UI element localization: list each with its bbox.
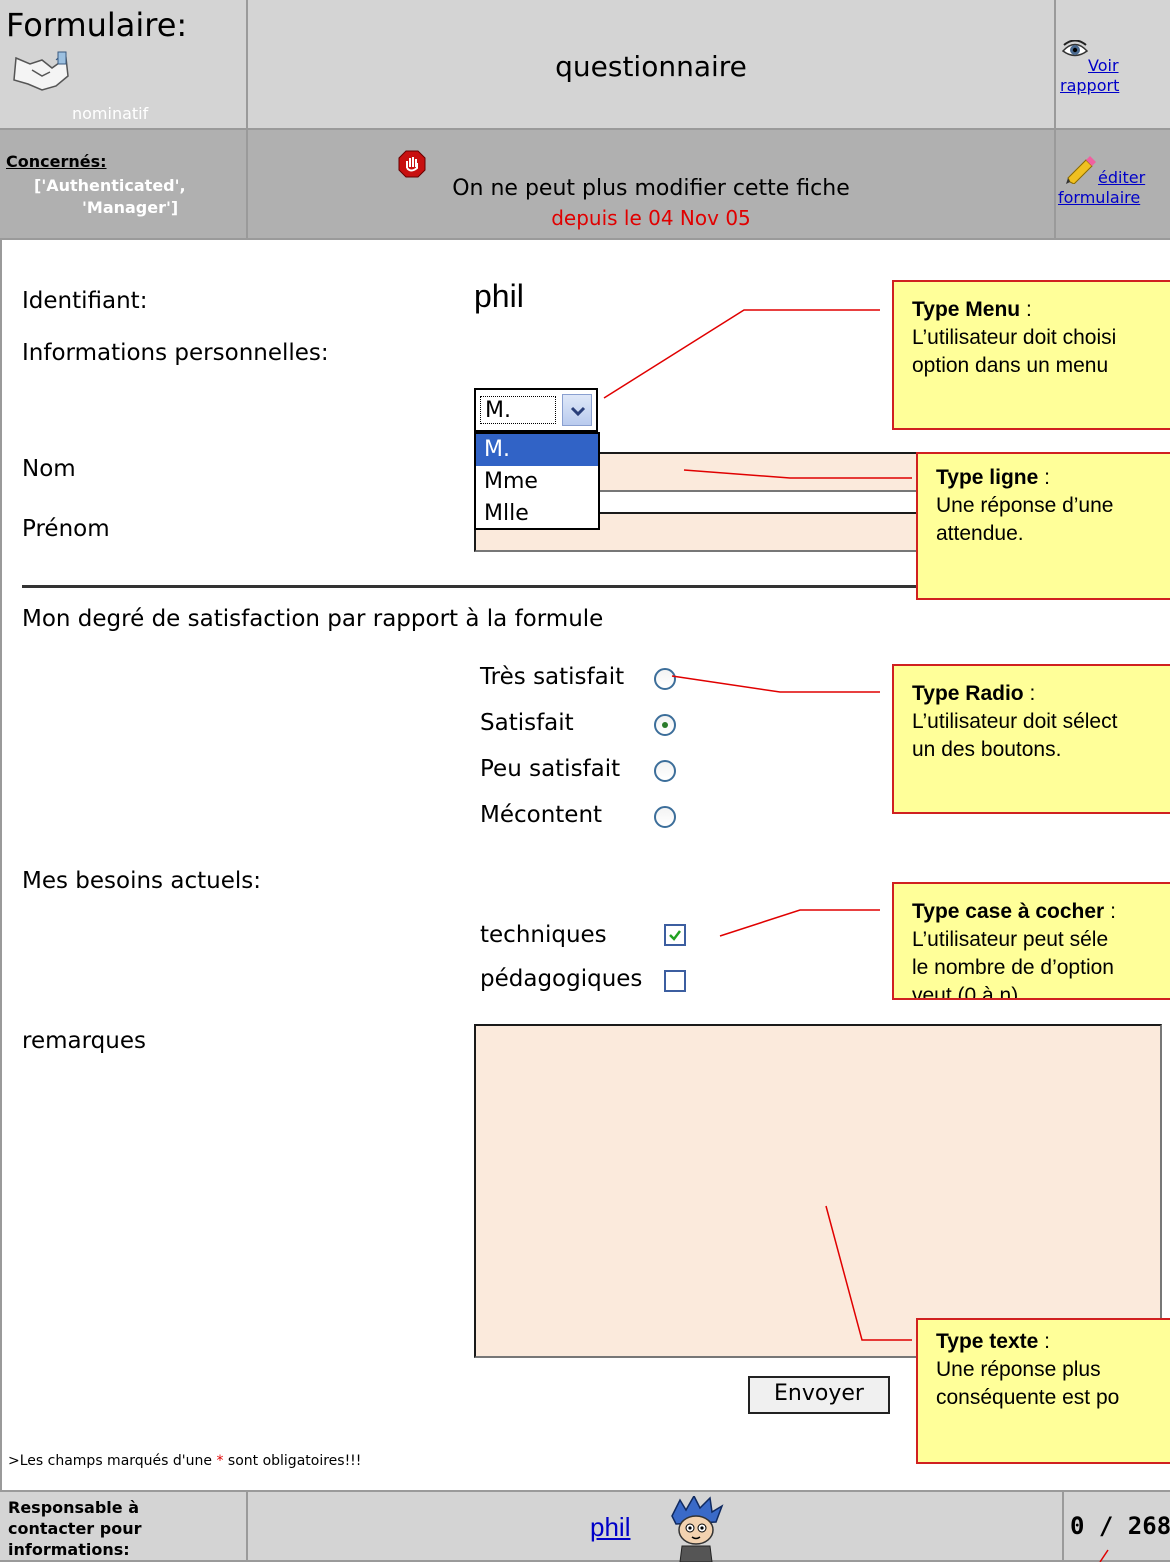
note-type-texte: Type texte : Une réponse plus conséquent… — [916, 1318, 1170, 1464]
note-ligne-title: Type ligne — [936, 466, 1039, 489]
note-radio-title: Type Radio — [912, 682, 1024, 705]
check-connector — [719, 909, 880, 937]
note-radio-line1: L’utilisateur doit sélect — [912, 710, 1118, 733]
radio-connector — [671, 675, 880, 693]
note-menu-title: Type Menu — [912, 298, 1021, 321]
note-texte-title: Type texte — [936, 1330, 1039, 1353]
note-type-menu: Type Menu : L’utilisateur doit choisi op… — [892, 280, 1170, 430]
note-menu-line1: L’utilisateur doit choisi — [912, 326, 1117, 349]
note-check-line3: veut (0 à n) . — [912, 984, 1030, 1000]
note-type-radio: Type Radio : L’utilisateur doit sélect u… — [892, 664, 1170, 814]
note-type-ligne: Type ligne : Une réponse d’une attendue. — [916, 452, 1170, 600]
note-texte-line2: conséquente est po — [936, 1386, 1120, 1409]
note-check-line2: le nombre de d’option — [912, 956, 1114, 979]
note-radio-line2: un des boutons. — [912, 738, 1062, 761]
note-radio-sep: : — [1023, 682, 1036, 705]
note-texte-line1: Une réponse plus — [936, 1358, 1101, 1381]
footer-connector — [1099, 1549, 1109, 1562]
menu-connector — [603, 309, 880, 399]
note-ligne-sep: : — [1038, 466, 1050, 489]
note-ligne-line1: Une réponse d’une — [936, 494, 1114, 517]
ligne-connector — [683, 469, 912, 479]
note-type-checkbox: Type case à cocher : L’utilisateur peut … — [892, 882, 1170, 1000]
note-menu-line2: option dans un menu — [912, 354, 1109, 377]
texte-connector — [825, 1205, 912, 1341]
note-menu-sep: : — [1020, 298, 1032, 321]
note-texte-sep: : — [1038, 1330, 1050, 1353]
note-ligne-line2: attendue. — [936, 522, 1024, 545]
note-check-line1: L’utilisateur peut séle — [912, 928, 1109, 951]
note-check-sep: : — [1104, 900, 1116, 923]
note-check-title: Type case à cocher — [912, 900, 1105, 923]
